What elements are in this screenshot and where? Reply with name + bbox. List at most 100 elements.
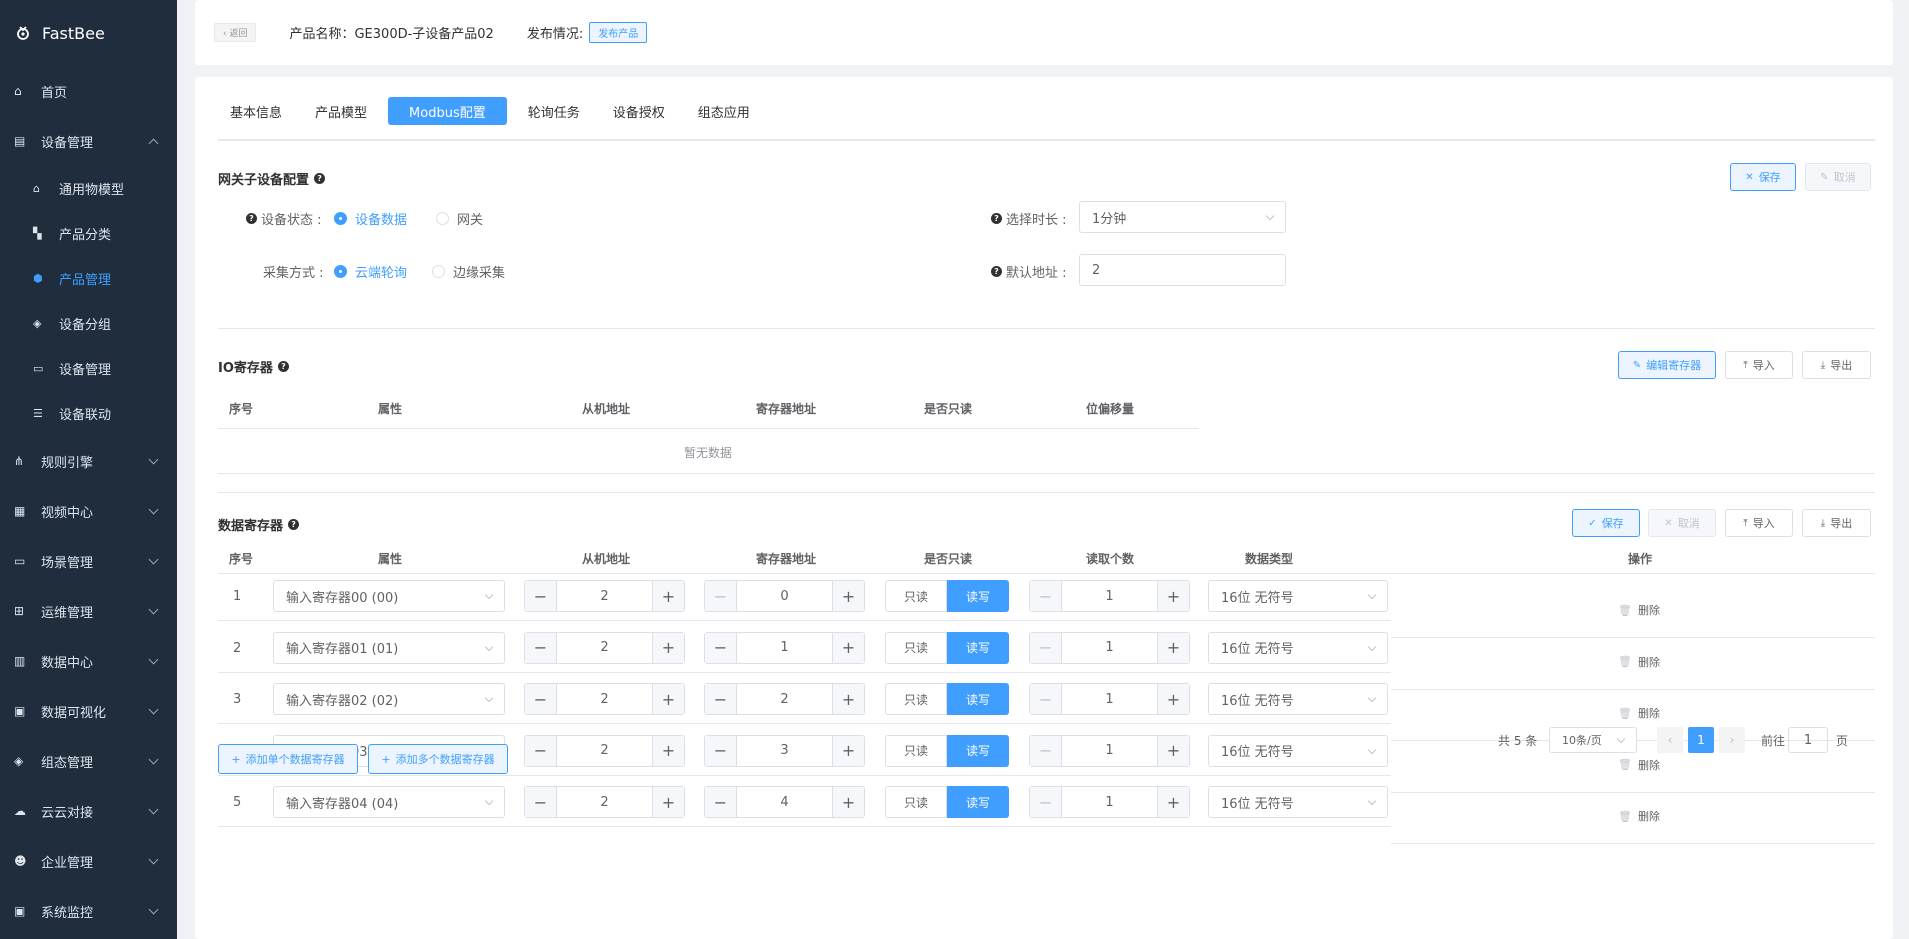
data-export-button[interactable]: ⤓ 导出 [1802,509,1871,537]
sidebar-item-cloud[interactable]: ☁ 云云对接 [0,786,177,836]
readwrite-option[interactable]: 读写 [947,734,1009,767]
help-icon[interactable]: ? [314,173,326,184]
sidebar-subitem-5[interactable]: ☰ 设备联动 [0,391,177,436]
property-select[interactable]: 输入寄存器01 (01) [273,631,505,664]
sidebar-subitem-1[interactable]: ▚ 产品分类 [0,211,177,256]
plus-icon[interactable]: + [652,735,684,766]
minus-icon[interactable]: − [705,787,737,817]
readwrite-option[interactable]: 读写 [947,631,1009,664]
register-addr-stepper[interactable]: −2 + [704,683,865,715]
register-addr-stepper[interactable]: −0 + [704,580,865,612]
data-type-select[interactable]: 16位 无符号 [1208,786,1388,818]
readwrite-option[interactable]: 读写 [947,683,1009,715]
register-addr-value[interactable]: 0 [737,581,832,611]
page-1-button[interactable]: 1 [1688,727,1714,753]
readwrite-option[interactable]: 读写 [947,786,1009,818]
minus-icon[interactable]: − [525,684,557,714]
plus-icon[interactable]: + [652,787,684,817]
help-icon[interactable]: ? [246,213,257,224]
minus-icon[interactable]: − [1030,735,1062,766]
goto-page-input[interactable]: 1 [1788,727,1828,753]
tab-scada-app[interactable]: 组态应用 [686,97,762,125]
plus-icon[interactable]: + [1157,581,1189,611]
slave-addr-stepper[interactable]: −2 + [524,631,685,664]
gateway-save-button[interactable]: ✕ 保存 [1730,163,1796,191]
minus-icon[interactable]: − [525,735,557,766]
read-count-stepper[interactable]: −1 + [1029,786,1190,818]
tab-modbus-config[interactable]: Modbus配置 [388,97,507,125]
slave-addr-value[interactable]: 2 [557,736,652,766]
minus-icon[interactable]: − [705,684,737,714]
plus-icon[interactable]: + [1157,684,1189,714]
publish-button[interactable]: 发布产品 [589,22,648,43]
minus-icon[interactable]: − [705,735,737,766]
sidebar-subitem-0[interactable]: ⌂ 通用物模型 [0,166,177,211]
page-size-select[interactable]: 10条/页 [1549,727,1637,753]
logo[interactable]: FastBee [0,0,177,66]
register-addr-stepper[interactable]: −3 + [704,734,865,767]
collect-radio-cloud[interactable]: 云端轮询 [334,262,407,281]
read-count-value[interactable]: 1 [1062,684,1157,714]
data-type-select[interactable]: 16位 无符号 [1208,631,1388,664]
slave-addr-value[interactable]: 2 [557,633,652,663]
readonly-toggle[interactable]: 只读 读写 [885,683,1009,715]
read-count-stepper[interactable]: −1 + [1029,580,1190,612]
slave-addr-value[interactable]: 2 [557,787,652,817]
read-count-stepper[interactable]: −1 + [1029,734,1190,767]
data-type-select[interactable]: 16位 无符号 [1208,580,1388,612]
minus-icon[interactable]: − [1030,787,1062,817]
sidebar-item-device[interactable]: ▤ 设备管理 [0,116,177,166]
readonly-option[interactable]: 只读 [885,734,947,767]
property-select[interactable]: 输入寄存器02 (02) [273,683,505,715]
property-select[interactable]: 输入寄存器00 (00) [273,580,505,612]
delete-button[interactable]: 🗑 删除 [1618,757,1660,773]
help-icon[interactable]: ? [991,213,1002,224]
plus-icon[interactable]: + [832,787,864,817]
register-addr-value[interactable]: 2 [737,684,832,714]
sidebar-item-home[interactable]: ⌂ 首页 [0,66,177,116]
tab-device-auth[interactable]: 设备授权 [601,97,677,125]
read-count-value[interactable]: 1 [1062,736,1157,766]
readonly-option[interactable]: 只读 [885,580,947,612]
add-multi-register-button[interactable]: + 添加多个数据寄存器 [368,744,508,774]
readonly-toggle[interactable]: 只读 读写 [885,734,1009,767]
tab-basic-info[interactable]: 基本信息 [218,97,294,125]
minus-icon[interactable]: − [525,787,557,817]
sidebar-item-rule[interactable]: ⋔ 规则引擎 [0,436,177,486]
next-page-button[interactable]: › [1719,727,1745,753]
plus-icon[interactable]: + [832,684,864,714]
sidebar-item-config[interactable]: ◈ 组态管理 [0,736,177,786]
io-import-button[interactable]: ⤒ 导入 [1725,351,1793,379]
tab-polling-task[interactable]: 轮询任务 [516,97,592,125]
plus-icon[interactable]: + [652,684,684,714]
register-addr-value[interactable]: 1 [737,633,832,663]
sidebar-item-ops[interactable]: ⊞ 运维管理 [0,586,177,636]
plus-icon[interactable]: + [832,632,864,663]
gateway-cancel-button[interactable]: ✎ 取消 [1805,163,1871,191]
plus-icon[interactable]: + [1157,632,1189,663]
help-icon[interactable]: ? [288,519,300,530]
plus-icon[interactable]: + [652,581,684,611]
sidebar-item-visual[interactable]: ▣ 数据可视化 [0,686,177,736]
slave-addr-value[interactable]: 2 [557,581,652,611]
prev-page-button[interactable]: ‹ [1657,727,1683,753]
readonly-option[interactable]: 只读 [885,683,947,715]
tab-product-model[interactable]: 产品模型 [303,97,379,125]
slave-addr-value[interactable]: 2 [557,684,652,714]
data-cancel-button[interactable]: ✕ 取消 [1648,509,1716,537]
register-addr-stepper[interactable]: −4 + [704,786,865,818]
minus-icon[interactable]: − [525,632,557,663]
default-addr-input[interactable]: 2 [1079,254,1286,286]
slave-addr-stepper[interactable]: −2 + [524,580,685,612]
data-type-select[interactable]: 16位 无符号 [1208,734,1388,767]
sidebar-subitem-4[interactable]: ▭ 设备管理 [0,346,177,391]
minus-icon[interactable]: − [1030,581,1062,611]
read-count-stepper[interactable]: −1 + [1029,683,1190,715]
property-select[interactable]: 输入寄存器04 (04) [273,786,505,818]
edit-register-button[interactable]: ✎ 编辑寄存器 [1618,351,1716,379]
readonly-option[interactable]: 只读 [885,631,947,664]
io-export-button[interactable]: ⤓ 导出 [1802,351,1871,379]
status-radio-gateway[interactable]: 网关 [436,209,483,228]
plus-icon[interactable]: + [832,735,864,766]
delete-button[interactable]: 🗑 删除 [1618,808,1660,824]
